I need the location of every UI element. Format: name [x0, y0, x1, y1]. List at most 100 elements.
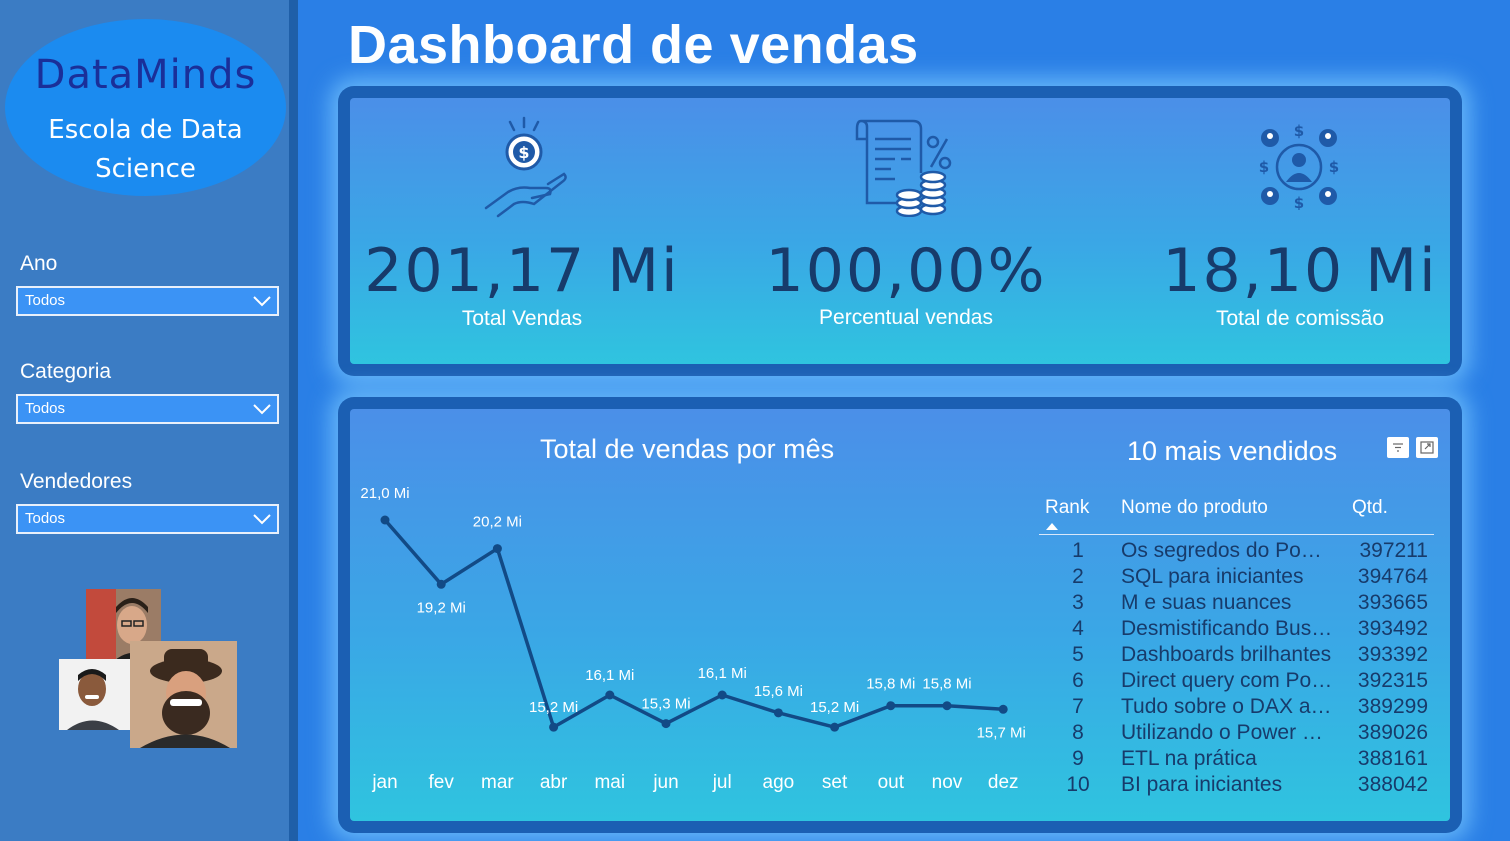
- quantity-cell: 393392: [1357, 643, 1428, 666]
- rank-cell: 4: [1072, 617, 1084, 640]
- data-point[interactable]: [886, 701, 896, 711]
- data-point[interactable]: [436, 579, 446, 589]
- x-tick-label: fev: [429, 772, 455, 793]
- data-point[interactable]: [661, 719, 671, 729]
- kpi-total-comissao-label: Total de comissão: [1215, 307, 1385, 330]
- x-tick-label: jul: [712, 772, 732, 793]
- svg-text:$: $: [1259, 158, 1269, 176]
- data-label: 15,6 Mi: [754, 683, 803, 700]
- product-name-cell: ETL na prática: [1121, 747, 1257, 770]
- kpi-percentual-vendas-label: Percentual vendas: [819, 306, 993, 329]
- data-point[interactable]: [717, 690, 727, 700]
- table-row[interactable]: 10 BI para iniciantes 388042: [1039, 771, 1434, 797]
- column-header-product-name[interactable]: Nome do produto: [1121, 497, 1268, 519]
- quantity-cell: 393665: [1357, 591, 1428, 614]
- table-row[interactable]: 2 SQL para iniciantes 394764: [1039, 563, 1434, 589]
- chevron-down-icon: [253, 296, 271, 307]
- table-row[interactable]: 1 Os segredos do Power BI 397211: [1039, 537, 1434, 563]
- team-photo-2: [130, 641, 237, 748]
- quantity-cell: 397211: [1359, 539, 1428, 562]
- quantity-cell: 392315: [1357, 669, 1428, 692]
- x-tick-label: ago: [763, 772, 795, 793]
- data-label: 16,1 Mi: [585, 667, 634, 684]
- product-name-cell: Dashboards brilhantes: [1121, 643, 1332, 666]
- money-hand-icon: $: [484, 116, 567, 218]
- svg-text:$: $: [518, 143, 529, 162]
- x-tick-label: out: [878, 772, 905, 793]
- table-row[interactable]: 3 M e suas nuances 393665: [1039, 589, 1434, 615]
- data-label: 19,2 Mi: [417, 599, 466, 616]
- x-tick-label: abr: [540, 772, 568, 793]
- datamids-logo: DataMinds Escola de Data Science: [5, 19, 286, 196]
- data-point[interactable]: [998, 704, 1008, 714]
- filter-dropdown-ano[interactable]: Todos: [16, 286, 279, 316]
- table-row[interactable]: 7 Tudo sobre o DAX avançado 389299: [1039, 693, 1434, 719]
- data-point[interactable]: [380, 515, 390, 525]
- product-name-cell: SQL para iniciantes: [1121, 565, 1304, 588]
- table-row[interactable]: 6 Direct query com Power BI 392315: [1039, 667, 1434, 693]
- filter-value-ano: Todos: [25, 292, 66, 309]
- filter-value-vendedores: Todos: [25, 510, 66, 527]
- x-tick-label: jan: [371, 772, 397, 793]
- data-label: 15,8 Mi: [922, 676, 971, 693]
- filter-icon[interactable]: [1387, 437, 1409, 458]
- logo-subtitle: Escola de Data Science: [48, 115, 243, 184]
- rank-cell: 5: [1072, 643, 1084, 666]
- team-photo-3: [59, 659, 130, 730]
- data-point[interactable]: [492, 544, 502, 554]
- table-header: Rank Nome do produto Qtd.: [1039, 494, 1434, 535]
- product-name-cell: Tudo sobre o DAX avançado: [1121, 695, 1336, 718]
- series-line: [383, 518, 1004, 729]
- product-name-cell: BI para iniciantes: [1121, 773, 1283, 796]
- sidebar: DataMinds Escola de Data Science Ano Tod…: [0, 0, 289, 841]
- data-point[interactable]: [830, 722, 840, 732]
- product-name-cell: Utilizando o Power Query: [1121, 721, 1336, 744]
- quantity-cell: 388161: [1357, 747, 1428, 770]
- filter-label-categoria: Categoria: [20, 360, 112, 383]
- column-header-rank[interactable]: Rank: [1045, 497, 1089, 519]
- data-point[interactable]: [605, 690, 615, 700]
- column-header-quantity[interactable]: Qtd.: [1352, 497, 1388, 519]
- data-label: 15,3 Mi: [641, 696, 690, 713]
- table-body: 1 Os segredos do Power BI 397211 2 SQL para …: [1039, 535, 1434, 797]
- top-products-table: Rank Nome do produto Qtd. 1 Os segredos d…: [1039, 494, 1434, 797]
- chevron-down-icon: [253, 404, 271, 415]
- chart-title: Total de vendas por mês: [540, 434, 835, 464]
- data-label: 15,2 Mi: [529, 699, 578, 716]
- kpi-percentual-vendas-value: 100,00%: [765, 236, 1047, 306]
- data-point[interactable]: [773, 708, 783, 718]
- x-tick-label: set: [822, 772, 848, 793]
- x-tick-label: dez: [988, 772, 1019, 793]
- data-label: 16,1 Mi: [698, 665, 747, 682]
- svg-text:$: $: [1294, 194, 1304, 210]
- chevron-down-icon: [253, 514, 271, 525]
- rank-cell: 9: [1072, 747, 1084, 770]
- filter-dropdown-categoria[interactable]: Todos: [16, 394, 279, 424]
- product-name-cell: Direct query com Power BI: [1121, 669, 1336, 692]
- data-point[interactable]: [942, 701, 952, 711]
- table-row[interactable]: 4 Desmistificando Business Intelligence 39…: [1039, 615, 1434, 641]
- rank-cell: 7: [1072, 695, 1084, 718]
- kpi-total-vendas-value: 201,17 Mi: [364, 236, 680, 306]
- table-row[interactable]: 8 Utilizando o Power Query 389026: [1039, 719, 1434, 745]
- data-point[interactable]: [549, 722, 559, 732]
- focus-mode-icon[interactable]: [1416, 437, 1438, 458]
- monthly-sales-line-chart[interactable]: 21,0 Mi jan 19,2 Mi fev 20,2 Mi mar 15,2 Mi abr…: [355, 480, 1035, 800]
- filter-value-categoria: Todos: [25, 400, 66, 417]
- rank-cell: 3: [1072, 591, 1084, 614]
- table-row[interactable]: 5 Dashboards brilhantes 393392: [1039, 641, 1434, 667]
- data-label: 15,8 Mi: [866, 676, 915, 693]
- svg-text:$: $: [1294, 124, 1304, 140]
- rank-cell: 1: [1072, 539, 1084, 562]
- page-title: Dashboard de vendas: [348, 15, 919, 75]
- svg-text:$: $: [1329, 158, 1339, 176]
- filter-label-vendedores: Vendedores: [20, 470, 133, 493]
- x-tick-label: mar: [481, 772, 514, 793]
- product-name-cell: M e suas nuances: [1121, 591, 1292, 614]
- rank-cell: 2: [1072, 565, 1084, 588]
- filter-dropdown-vendedores[interactable]: Todos: [16, 504, 279, 534]
- table-row[interactable]: 9 ETL na prática 388161: [1039, 745, 1434, 771]
- filter-label-ano: Ano: [20, 252, 58, 275]
- top-products-title: 10 mais vendidos: [1127, 436, 1338, 466]
- invoice-coins-percent-icon: [855, 119, 952, 217]
